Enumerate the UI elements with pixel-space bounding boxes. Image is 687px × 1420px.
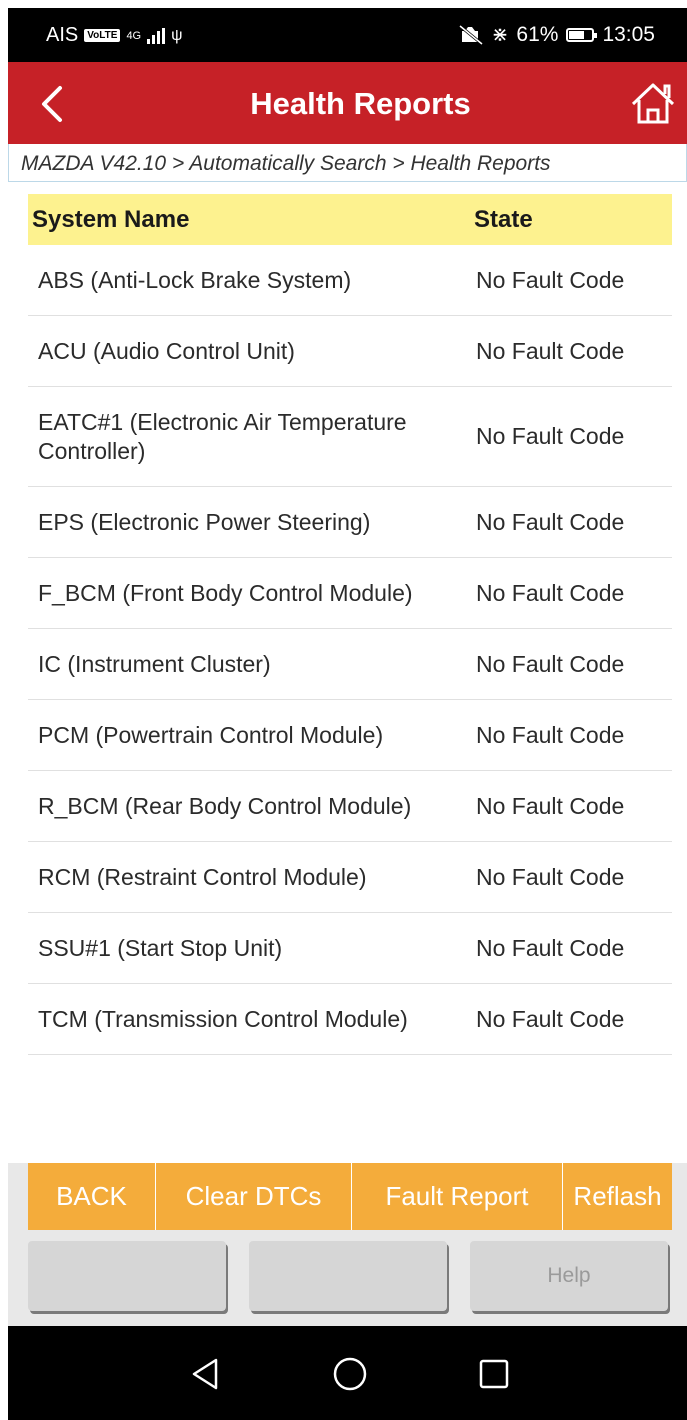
table-row[interactable]: SSU#1 (Start Stop Unit) No Fault Code bbox=[28, 913, 672, 984]
system-name-cell: ABS (Anti-Lock Brake System) bbox=[38, 266, 352, 293]
table-row[interactable]: R_BCM (Rear Body Control Module) No Faul… bbox=[28, 771, 672, 842]
status-bar: AIS VoLTE 4G ψ ⋇ 61% 13:05 bbox=[8, 8, 687, 62]
mute-icon bbox=[458, 24, 483, 45]
system-name-cell: F_BCM (Front Body Control Module) bbox=[38, 579, 413, 606]
system-name-cell: EPS (Electronic Power Steering) bbox=[38, 508, 371, 535]
home-icon[interactable] bbox=[629, 80, 677, 126]
column-header-state: State bbox=[474, 205, 533, 233]
state-cell: No Fault Code bbox=[476, 863, 625, 890]
state-cell: No Fault Code bbox=[476, 508, 625, 535]
state-cell: No Fault Code bbox=[476, 423, 625, 449]
table-row[interactable]: EATC#1 (Electronic Air Temperature Contr… bbox=[28, 387, 672, 487]
table-row[interactable]: EPS (Electronic Power Steering) No Fault… bbox=[28, 487, 672, 558]
carrier-label: AIS bbox=[46, 24, 79, 46]
blank-button-1[interactable] bbox=[28, 1241, 226, 1311]
clock: 13:05 bbox=[602, 22, 655, 46]
state-cell: No Fault Code bbox=[476, 792, 625, 819]
battery-icon bbox=[566, 27, 598, 42]
usb-debug-icon: ψ bbox=[171, 26, 183, 44]
back-button[interactable]: BACK bbox=[28, 1163, 156, 1230]
blank-button-2[interactable] bbox=[249, 1241, 447, 1311]
column-header-system-name: System Name bbox=[32, 205, 190, 233]
system-name-cell: SSU#1 (Start Stop Unit) bbox=[38, 934, 283, 961]
state-cell: No Fault Code bbox=[476, 337, 625, 364]
table-header: System Name State bbox=[28, 194, 672, 245]
table-row[interactable]: RCM (Restraint Control Module) No Fault … bbox=[28, 842, 672, 913]
volte-badge: VoLTE bbox=[84, 29, 121, 42]
breadcrumb: MAZDA V42.10 > Automatically Search > He… bbox=[8, 144, 687, 182]
battery-percent: 61% bbox=[516, 22, 559, 46]
system-name-cell: EATC#1 (Electronic Air Temperature Contr… bbox=[38, 408, 407, 464]
state-cell: No Fault Code bbox=[476, 934, 625, 961]
system-name-cell: IC (Instrument Cluster) bbox=[38, 650, 271, 677]
nav-back-icon[interactable] bbox=[186, 1354, 226, 1394]
table-row[interactable]: PCM (Powertrain Control Module) No Fault… bbox=[28, 700, 672, 771]
table-row[interactable]: TCM (Transmission Control Module) No Fau… bbox=[28, 984, 672, 1055]
clear-dtcs-button[interactable]: Clear DTCs bbox=[156, 1163, 352, 1230]
action-button-row: BACK Clear DTCs Fault Report Reflash bbox=[28, 1163, 672, 1230]
app-header: Health Reports bbox=[8, 62, 687, 144]
bottom-toolbar: BACK Clear DTCs Fault Report Reflash Hel… bbox=[8, 1163, 687, 1326]
system-name-cell: PCM (Powertrain Control Module) bbox=[38, 721, 384, 748]
help-button[interactable]: Help bbox=[470, 1241, 668, 1311]
network-type-label: 4G bbox=[126, 29, 142, 42]
reflash-button[interactable]: Reflash bbox=[563, 1163, 672, 1230]
system-name-cell: TCM (Transmission Control Module) bbox=[38, 1005, 408, 1032]
state-cell: No Fault Code bbox=[476, 266, 625, 293]
nav-home-icon[interactable] bbox=[330, 1354, 370, 1394]
table-row[interactable]: IC (Instrument Cluster) No Fault Code bbox=[28, 629, 672, 700]
state-cell: No Fault Code bbox=[476, 1005, 625, 1032]
state-cell: No Fault Code bbox=[476, 650, 625, 677]
page-title: Health Reports bbox=[250, 86, 471, 121]
state-cell: No Fault Code bbox=[476, 579, 625, 606]
table-row[interactable]: F_BCM (Front Body Control Module) No Fau… bbox=[28, 558, 672, 629]
fault-report-button[interactable]: Fault Report bbox=[352, 1163, 563, 1230]
health-report-table: System Name State ABS (Anti-Lock Brake S… bbox=[28, 194, 672, 1055]
system-name-cell: RCM (Restraint Control Module) bbox=[38, 863, 367, 890]
nav-recents-icon[interactable] bbox=[474, 1354, 514, 1394]
system-name-cell: ACU (Audio Control Unit) bbox=[38, 337, 295, 364]
bluetooth-icon: ⋇ bbox=[491, 24, 509, 46]
system-nav-bar bbox=[8, 1326, 687, 1420]
signal-icon bbox=[147, 27, 166, 44]
system-name-cell: R_BCM (Rear Body Control Module) bbox=[38, 792, 412, 819]
state-cell: No Fault Code bbox=[476, 721, 625, 748]
table-row[interactable]: ABS (Anti-Lock Brake System) No Fault Co… bbox=[28, 245, 672, 316]
table-row[interactable]: ACU (Audio Control Unit) No Fault Code bbox=[28, 316, 672, 387]
